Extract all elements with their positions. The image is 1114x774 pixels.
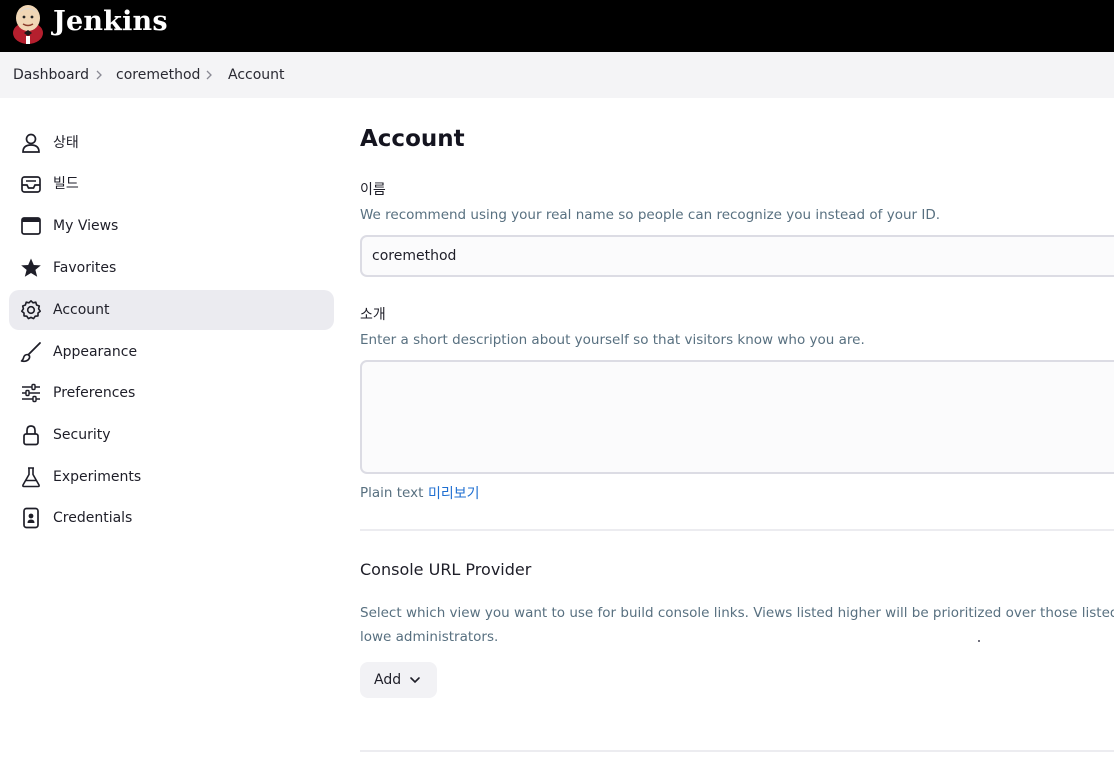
sidebar-item-appearance[interactable]: Appearance: [9, 332, 334, 372]
section-divider: [360, 750, 1114, 752]
sidebar-item-label: Favorites: [53, 260, 117, 276]
inbox-icon: [21, 176, 41, 193]
star-icon: [21, 258, 41, 277]
breadcrumb-dashboard[interactable]: Dashboard: [13, 67, 89, 83]
format-label: Plain text: [360, 485, 424, 501]
sidebar-item-favorites[interactable]: Favorites: [9, 248, 334, 288]
sidebar-item-credentials[interactable]: Credentials: [9, 498, 334, 538]
brush-icon: [20, 342, 41, 363]
page-title: Account: [360, 126, 465, 152]
jenkins-logo-icon[interactable]: [12, 3, 44, 45]
sidebar-item-builds[interactable]: 빌드: [9, 164, 334, 204]
gear-icon: [21, 300, 41, 320]
description-field-label: 소개: [360, 307, 386, 323]
sidebar-item-experiments[interactable]: Experiments: [9, 457, 334, 497]
id-card-icon: [23, 507, 39, 529]
sidebar-item-label: Credentials: [53, 510, 133, 526]
sidebar-item-preferences[interactable]: Preferences: [9, 373, 334, 413]
preview-link[interactable]: 미리보기: [428, 483, 480, 503]
add-button[interactable]: Add: [360, 662, 437, 698]
sidebar-item-label: My Views: [53, 218, 119, 234]
name-field-help: We recommend using your real name so peo…: [360, 207, 941, 223]
sidebar-item-label: 빌드: [53, 176, 79, 192]
description-textarea[interactable]: [360, 360, 1114, 474]
person-icon: [22, 133, 40, 153]
sidebar-item-status[interactable]: 상태: [9, 123, 334, 163]
name-field-label: 이름: [360, 182, 386, 198]
chevron-down-icon: [410, 677, 420, 684]
chevron-right-icon: [96, 70, 102, 80]
sidebar-item-label: Security: [53, 427, 111, 443]
lock-icon: [23, 425, 39, 446]
sidebar-item-label: Experiments: [53, 469, 142, 485]
sidebar-item-security[interactable]: Security: [9, 415, 334, 455]
flask-icon: [22, 467, 40, 488]
sidebar-item-label: 상태: [53, 135, 79, 151]
sidebar-item-label: Appearance: [53, 344, 138, 360]
top-bar: Jenkins: [0, 0, 1114, 52]
sidebar-item-label: Account: [53, 302, 110, 318]
breadcrumb: Dashboard coremethod Account: [0, 52, 1114, 98]
console-url-section-title: Console URL Provider: [360, 560, 532, 579]
sidebar-item-label: Preferences: [53, 385, 136, 401]
section-divider: [360, 529, 1114, 531]
full-name-input[interactable]: [360, 235, 1114, 277]
window-icon: [21, 217, 41, 235]
chevron-right-icon: [206, 70, 212, 80]
breadcrumb-user[interactable]: coremethod: [116, 67, 200, 83]
add-button-label: Add: [374, 672, 402, 688]
breadcrumb-account[interactable]: Account: [228, 67, 285, 83]
sliders-icon: [22, 383, 40, 403]
brand-title[interactable]: Jenkins: [53, 6, 168, 37]
console-url-description: Select which view you want to use for bu…: [360, 605, 1114, 645]
description-field-help: Enter a short description about yourself…: [360, 332, 865, 348]
sidebar-item-my-views[interactable]: My Views: [9, 206, 334, 246]
sidebar-item-account[interactable]: Account: [9, 290, 334, 330]
stray-dot: [978, 640, 980, 642]
